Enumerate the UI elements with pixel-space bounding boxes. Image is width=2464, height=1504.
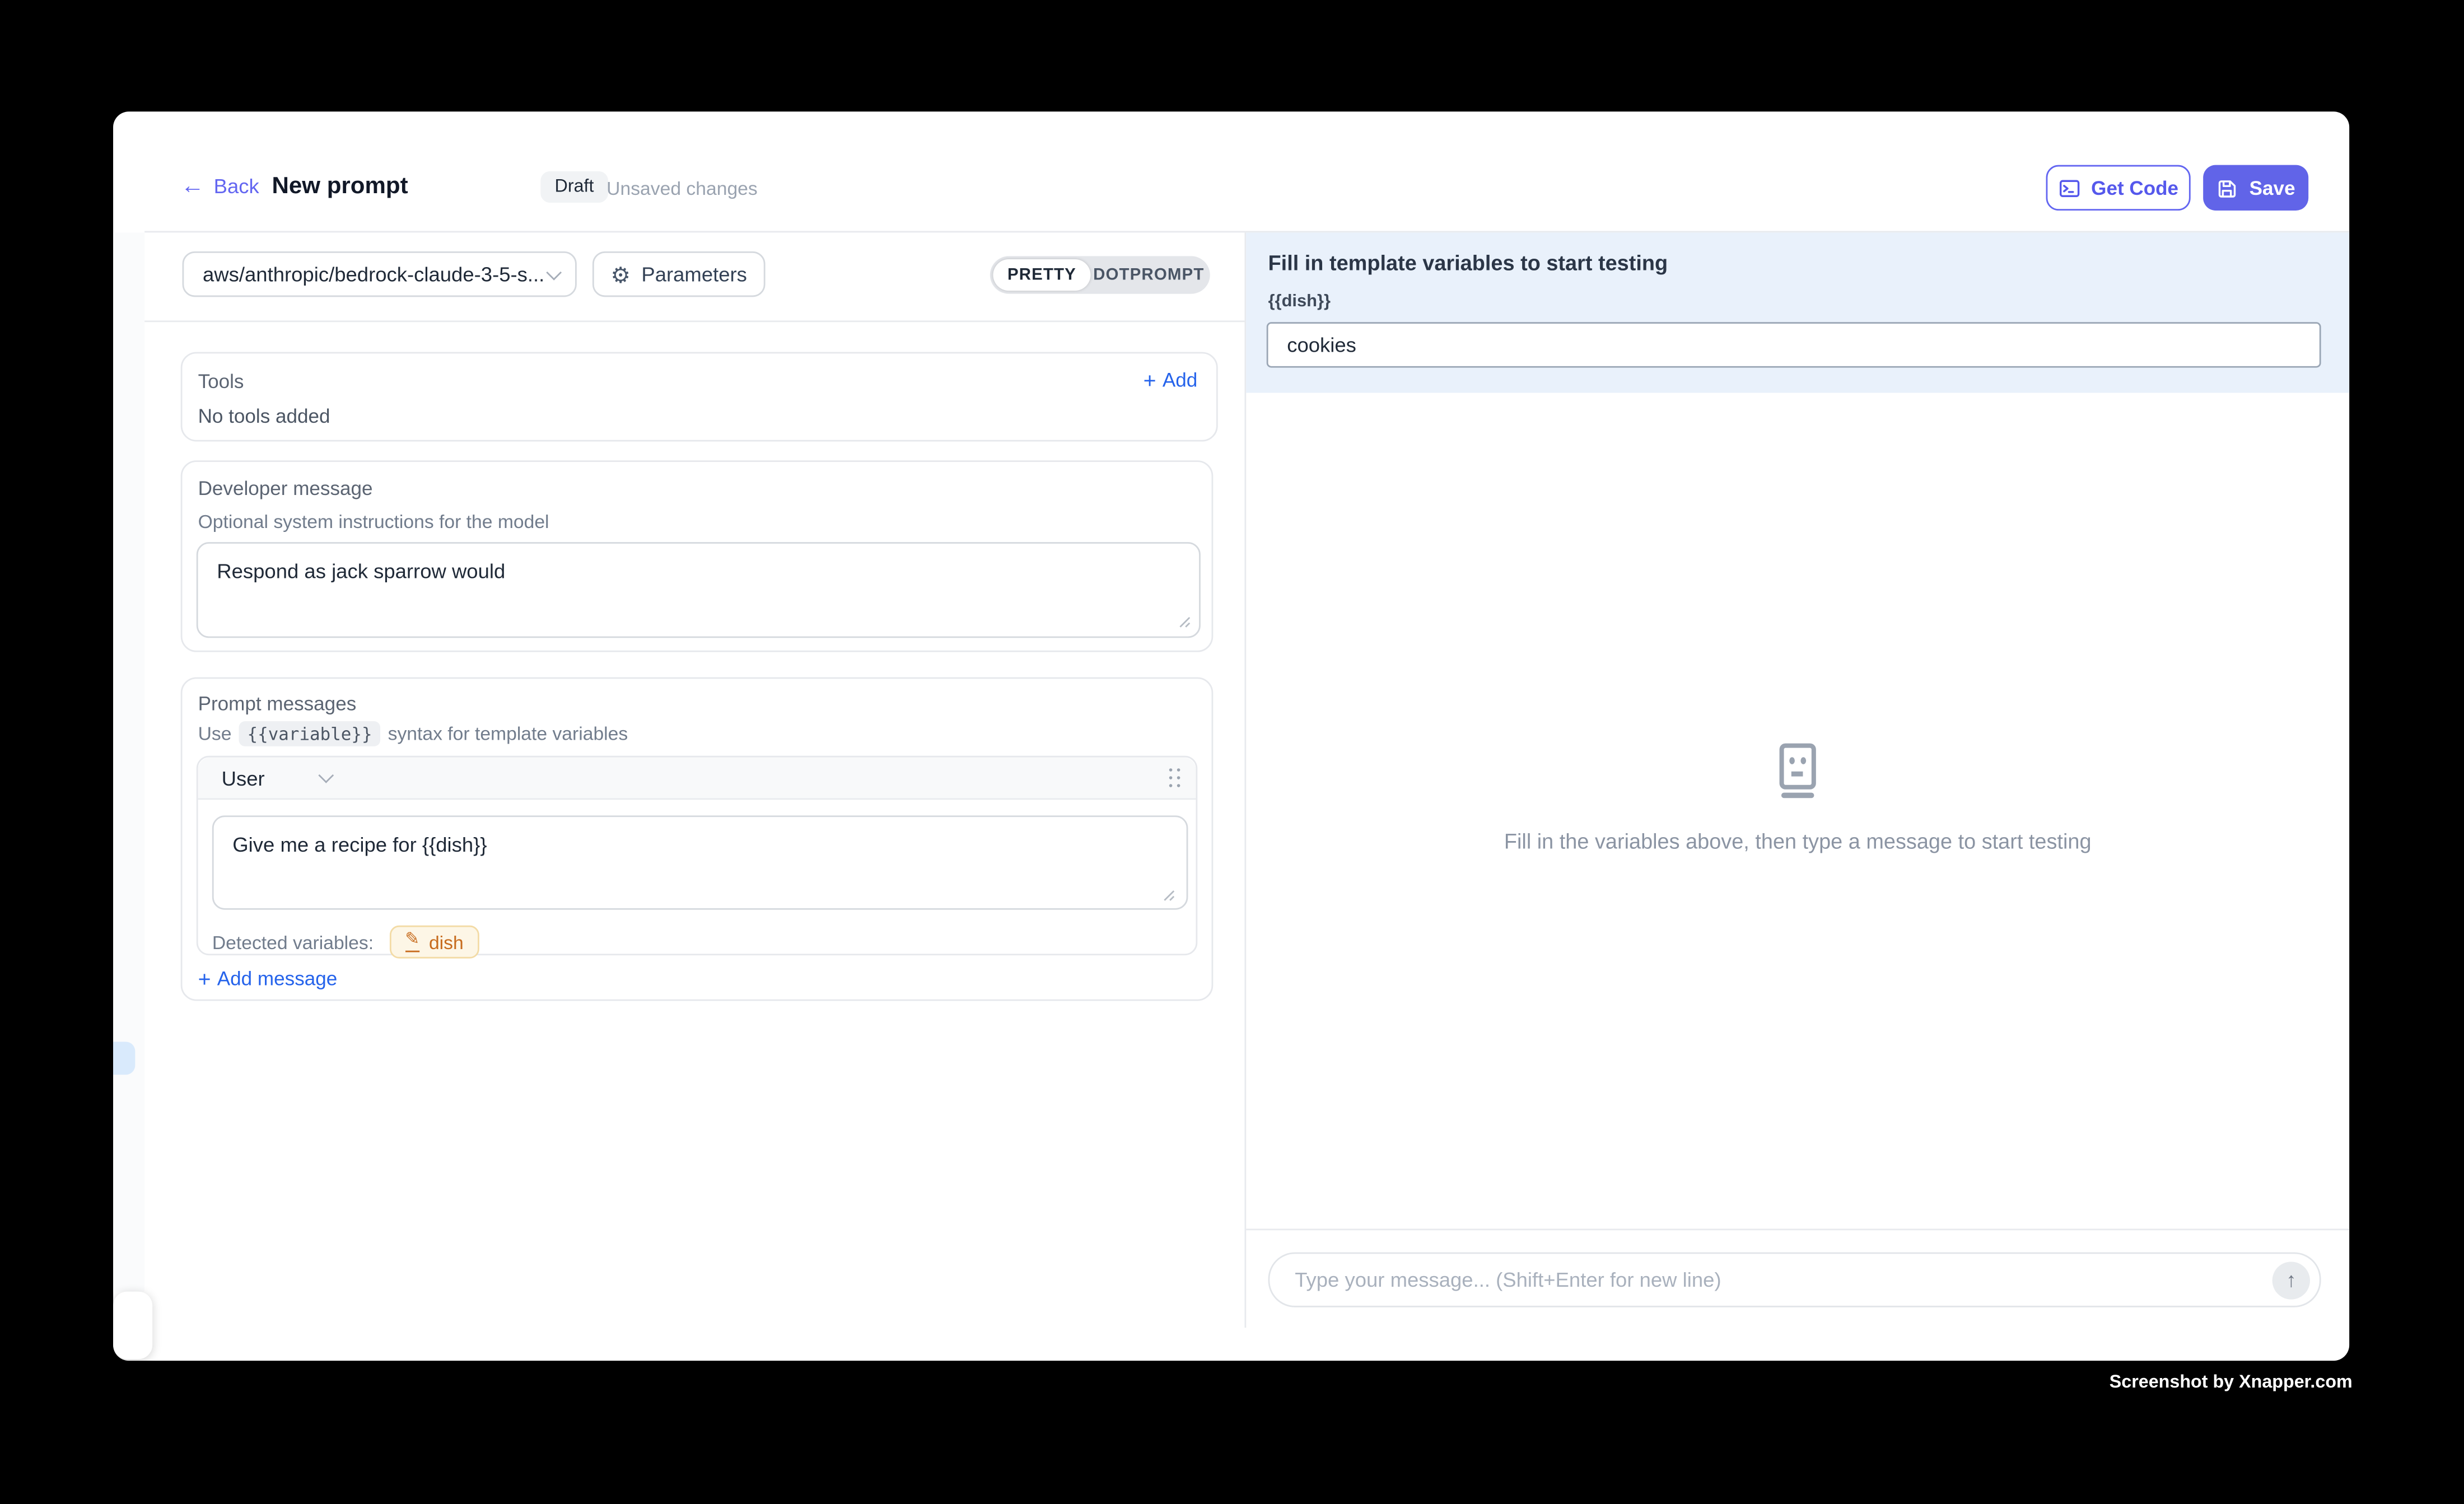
developer-message-card: Developer message Optional system instru… [181, 460, 1214, 652]
get-code-label: Get Code [2091, 177, 2178, 199]
save-button[interactable]: Save [2203, 165, 2308, 211]
back-arrow-icon: ← [181, 174, 204, 198]
detected-variables-label: Detected variables: [212, 931, 374, 953]
template-variables-panel: Fill in template variables to start test… [1246, 232, 2349, 393]
page-title: New prompt [272, 173, 408, 200]
message-role-header[interactable]: User [198, 758, 1196, 800]
terminal-icon [2058, 177, 2080, 199]
model-selector-value: aws/anthropic/bedrock-claude-3-5-s... [203, 263, 548, 286]
save-label: Save [2250, 177, 2295, 199]
plus-icon: + [1144, 369, 1156, 391]
pencil-icon: ✎ [405, 932, 419, 952]
back-button[interactable]: ← Back [181, 174, 259, 198]
variable-syntax-hint: Use {{variable}} syntax for template var… [198, 721, 628, 746]
test-panel-title: Fill in template variables to start test… [1268, 251, 1668, 275]
variable-code-chip: {{variable}} [239, 721, 380, 746]
rail-active-indicator[interactable] [113, 1041, 135, 1075]
left-rail [113, 232, 144, 1291]
watermark-text: Screenshot by Xnapper.com [2110, 1374, 2353, 1393]
toggle-option-pretty[interactable]: PRETTY [993, 259, 1090, 291]
add-message-label: Add message [217, 968, 337, 990]
plus-icon: + [198, 968, 211, 990]
prompt-messages-card: Prompt messages Use {{variable}} syntax … [181, 677, 1214, 1001]
back-label: Back [214, 174, 259, 198]
chevron-down-icon [319, 768, 335, 783]
chat-input-container: ↑ [1268, 1252, 2321, 1307]
arrow-up-icon: ↑ [2286, 1268, 2296, 1292]
model-selector[interactable]: aws/anthropic/bedrock-claude-3-5-s... [183, 251, 577, 297]
tools-card: Tools + Add No tools added [181, 352, 1218, 442]
hint-suffix: syntax for template variables [388, 723, 628, 745]
message-role-value: User [222, 766, 265, 790]
view-mode-toggle: PRETTY DOTPROMPT [990, 256, 1210, 293]
app-window: ← Back New prompt Draft Unsaved changes … [113, 111, 2349, 1361]
toolbar-divider [144, 320, 1244, 322]
prompt-messages-title: Prompt messages [198, 693, 357, 714]
screenshot-canvas: ← Back New prompt Draft Unsaved changes … [0, 0, 2464, 1503]
add-tool-label: Add [1163, 369, 1197, 391]
toggle-option-dotprompt[interactable]: DOTPROMPT [1090, 256, 1207, 293]
variable-badge-label: dish [429, 931, 464, 953]
rail-corner-card [113, 1292, 152, 1360]
parameters-button[interactable]: ⚙ Parameters [592, 251, 766, 297]
resize-grip-icon[interactable] [1163, 889, 1175, 902]
detected-variables-row: Detected variables: ✎ dish [212, 926, 479, 959]
tools-empty-text: No tools added [198, 405, 330, 427]
save-floppy-icon [2216, 177, 2238, 199]
add-message-button[interactable]: + Add message [198, 968, 338, 990]
developer-message-title: Developer message [198, 478, 373, 499]
chat-message-input[interactable] [1292, 1267, 2272, 1293]
prompt-message-block: User Give me a recipe for {{dish}} Detec… [197, 756, 1197, 955]
variable-badge-dish[interactable]: ✎ dish [389, 926, 479, 959]
variable-value-input[interactable] [1267, 322, 2321, 367]
variable-name-label: {{dish}} [1268, 292, 1331, 311]
tools-title: Tools [198, 371, 244, 393]
robot-face-icon [1770, 740, 1826, 800]
chat-empty-state: Fill in the variables above, then type a… [1246, 740, 2349, 853]
parameters-label: Parameters [641, 263, 747, 286]
hint-prefix: Use [198, 723, 232, 745]
developer-message-subtitle: Optional system instructions for the mod… [198, 511, 549, 533]
send-message-button[interactable]: ↑ [2272, 1261, 2310, 1299]
chat-input-divider [1246, 1229, 2349, 1230]
get-code-button[interactable]: Get Code [2046, 165, 2191, 211]
resize-grip-icon[interactable] [1179, 616, 1191, 628]
message-content-textarea[interactable]: Give me a recipe for {{dish}} [212, 815, 1188, 909]
draft-status-badge: Draft [540, 171, 608, 203]
gear-icon: ⚙ [610, 263, 630, 285]
add-tool-button[interactable]: + Add [1144, 369, 1198, 391]
chat-empty-text: Fill in the variables above, then type a… [1246, 830, 2349, 853]
chevron-down-icon [546, 264, 562, 280]
drag-handle-icon[interactable] [1168, 768, 1180, 787]
developer-message-textarea[interactable]: Respond as jack sparrow would [197, 542, 1201, 638]
unsaved-changes-text: Unsaved changes [606, 178, 758, 199]
